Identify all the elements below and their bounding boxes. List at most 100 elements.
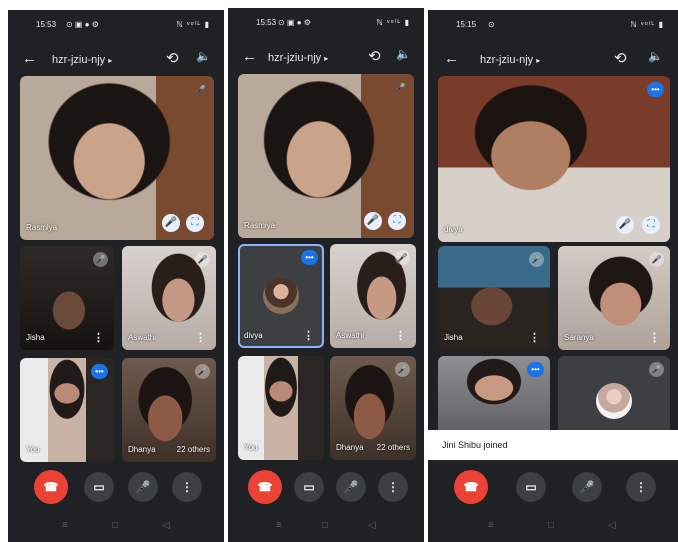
participant-tile-jisha[interactable]: 🎤 Jisha ⋮ <box>438 246 550 350</box>
participant-tile-other[interactable]: 🎤 <box>558 356 670 436</box>
phone-screen-2: 15:53 ⊙ ▣ ● ⚙ ℕ ᵛᵒ⁽ᴸ ▮ ← hzr-jziu-njy ▸ ⟲… <box>228 8 424 542</box>
mic-off-icon: 🎤 <box>529 252 544 267</box>
back-arrow-icon[interactable]: ← <box>242 48 257 65</box>
participant-name: Dhanya <box>128 445 156 454</box>
end-call-button[interactable]: ☎ <box>34 470 68 504</box>
others-count[interactable]: 22 others <box>177 445 210 454</box>
mic-off-icon: 🎤 <box>195 364 210 379</box>
speaking-indicator-icon: ••• <box>527 362 544 377</box>
pin-icon[interactable]: 🎤 <box>162 214 180 232</box>
more-options-button[interactable]: ⋮ <box>626 472 656 502</box>
participant-tile-saranya[interactable]: 🎤 Saranya ⋮ <box>558 246 670 350</box>
speaking-indicator-icon: ••• <box>301 250 318 265</box>
mic-off-icon: 🎤 <box>93 252 108 267</box>
meeting-code[interactable]: hzr-jziu-njy ▸ <box>480 54 540 66</box>
end-call-button[interactable]: ☎ <box>454 470 488 504</box>
status-time: 15:53 <box>36 20 57 29</box>
phone-screen-3: 15:15 ⊙ ℕ ᵛᵒ⁽ᴸ ▮ ← hzr-jziu-njy ▸ ⟲ 🔈 •••… <box>428 10 678 542</box>
mic-off-icon: 🎤 <box>649 362 664 377</box>
avatar <box>263 278 299 314</box>
system-icons: ℕ ᵛᵒ⁽ᴸ ▮ <box>630 20 664 29</box>
mic-toggle-button[interactable]: 🎤 <box>336 472 366 502</box>
notification-icons: ⊙ ▣ ● ⚙ <box>66 20 99 29</box>
notification-icons: ⊙ <box>488 20 495 29</box>
notification-icons: ⊙ ▣ ● ⚙ <box>278 18 311 27</box>
participant-tile-jisha[interactable]: 🎤 Jisha ⋮ <box>20 246 114 350</box>
nav-back-icon[interactable]: ◁ <box>162 520 170 531</box>
main-video-tile[interactable]: 🎤 Rasmiya 🎤 ⛶ <box>20 76 214 240</box>
more-options-icon[interactable]: ⋮ <box>529 331 540 344</box>
pin-icon[interactable]: 🎤 <box>616 216 634 234</box>
participant-name: Rasmiya <box>244 221 276 230</box>
back-arrow-icon[interactable]: ← <box>22 50 37 67</box>
more-options-icon[interactable]: ⋮ <box>395 329 406 342</box>
meeting-code-label: hzr-jziu-njy <box>268 52 322 64</box>
speaker-icon[interactable]: 🔈 <box>396 47 411 61</box>
back-arrow-icon[interactable]: ← <box>444 50 459 67</box>
participant-name: divya <box>444 225 463 234</box>
more-options-icon[interactable]: ⋮ <box>93 331 104 344</box>
speaker-icon[interactable]: 🔈 <box>196 49 211 63</box>
status-bar: 15:53 ⊙ ▣ ● ⚙ ℕ ᵛᵒ⁽ᴸ ▮ <box>228 8 424 38</box>
call-controls: ☎ ▭ 🎤 ⋮ <box>428 470 678 508</box>
more-options-button[interactable]: ⋮ <box>172 472 202 502</box>
camera-toggle-button[interactable]: ▭ <box>84 472 114 502</box>
status-bar: 15:53 ⊙ ▣ ● ⚙ ℕ ᵛᵒ⁽ᴸ ▮ <box>8 10 224 40</box>
mic-toggle-button[interactable]: 🎤 <box>128 472 158 502</box>
switch-camera-icon[interactable]: ⟲ <box>166 49 179 67</box>
nav-back-icon[interactable]: ◁ <box>608 520 616 531</box>
call-controls: ☎ ▭ 🎤 ⋮ <box>8 470 224 508</box>
nav-back-icon[interactable]: ◁ <box>368 520 376 531</box>
participant-tile-aswathi[interactable]: 🎤 Aswathi ⋮ <box>330 244 416 348</box>
switch-camera-icon[interactable]: ⟲ <box>368 47 381 65</box>
meeting-code-label: hzr-jziu-njy <box>52 54 106 66</box>
mic-off-icon: 🎤 <box>395 362 410 377</box>
meeting-code[interactable]: hzr-jziu-njy ▸ <box>52 54 112 66</box>
meeting-code[interactable]: hzr-jziu-njy ▸ <box>268 52 328 64</box>
participant-tile-you[interactable]: ••• <box>438 356 550 436</box>
switch-camera-icon[interactable]: ⟲ <box>614 49 627 67</box>
meeting-code-label: hzr-jziu-njy <box>480 54 534 66</box>
phone-screen-1: 15:53 ⊙ ▣ ● ⚙ ℕ ᵛᵒ⁽ᴸ ▮ ← hzr-jziu-njy ▸ ⟲… <box>8 10 224 542</box>
participant-name: Aswathi <box>336 331 365 340</box>
system-nav-bar: ≡ □ ◁ <box>428 520 678 536</box>
participant-tile-you[interactable]: You <box>238 356 324 460</box>
camera-toggle-button[interactable]: ▭ <box>294 472 324 502</box>
mic-off-icon: 🎤 <box>195 85 206 94</box>
pin-icon[interactable]: 🎤 <box>364 212 382 230</box>
home-icon[interactable]: □ <box>112 520 118 531</box>
more-options-icon[interactable]: ⋮ <box>649 331 660 344</box>
system-icons: ℕ ᵛᵒ⁽ᴸ ▮ <box>176 20 210 29</box>
more-options-icon[interactable]: ⋮ <box>195 331 206 344</box>
home-icon[interactable]: □ <box>548 520 554 531</box>
main-video-tile[interactable]: ••• divya 🎤 ⛶ <box>438 76 670 242</box>
caret-right-icon: ▸ <box>108 56 113 65</box>
mic-toggle-button[interactable]: 🎤 <box>572 472 602 502</box>
main-video-tile[interactable]: 🎤 Rasmiya 🎤 ⛶ <box>238 74 414 238</box>
recent-apps-icon[interactable]: ≡ <box>62 520 68 531</box>
system-nav-bar: ≡ □ ◁ <box>8 520 224 536</box>
avatar <box>596 382 632 419</box>
recent-apps-icon[interactable]: ≡ <box>488 520 494 531</box>
participant-name: Rasmiya <box>26 223 58 232</box>
home-icon[interactable]: □ <box>322 520 328 531</box>
participant-tile-dhanya[interactable]: 🎤 Dhanya 22 others <box>330 356 416 460</box>
participant-tile-divya[interactable]: ••• divya ⋮ <box>238 244 324 348</box>
speaking-indicator-icon: ••• <box>647 82 664 97</box>
camera-toggle-button[interactable]: ▭ <box>516 472 546 502</box>
mic-off-icon: 🎤 <box>395 83 406 92</box>
more-options-icon[interactable]: ⋮ <box>303 329 314 342</box>
more-options-button[interactable]: ⋮ <box>378 472 408 502</box>
status-bar: 15:15 ⊙ ℕ ᵛᵒ⁽ᴸ ▮ <box>428 10 678 40</box>
fullscreen-icon[interactable]: ⛶ <box>388 212 406 230</box>
others-count[interactable]: 22 others <box>377 443 410 452</box>
fullscreen-icon[interactable]: ⛶ <box>186 214 204 232</box>
speaker-icon[interactable]: 🔈 <box>648 49 663 63</box>
participant-tile-you[interactable]: ••• You <box>20 358 114 462</box>
end-call-button[interactable]: ☎ <box>248 470 282 504</box>
recent-apps-icon[interactable]: ≡ <box>276 520 282 531</box>
participant-tile-aswathi[interactable]: 🎤 Aswathi ⋮ <box>122 246 216 350</box>
fullscreen-icon[interactable]: ⛶ <box>642 216 660 234</box>
participant-name: Saranya <box>564 333 594 342</box>
participant-tile-dhanya[interactable]: 🎤 Dhanya 22 others <box>122 358 216 462</box>
